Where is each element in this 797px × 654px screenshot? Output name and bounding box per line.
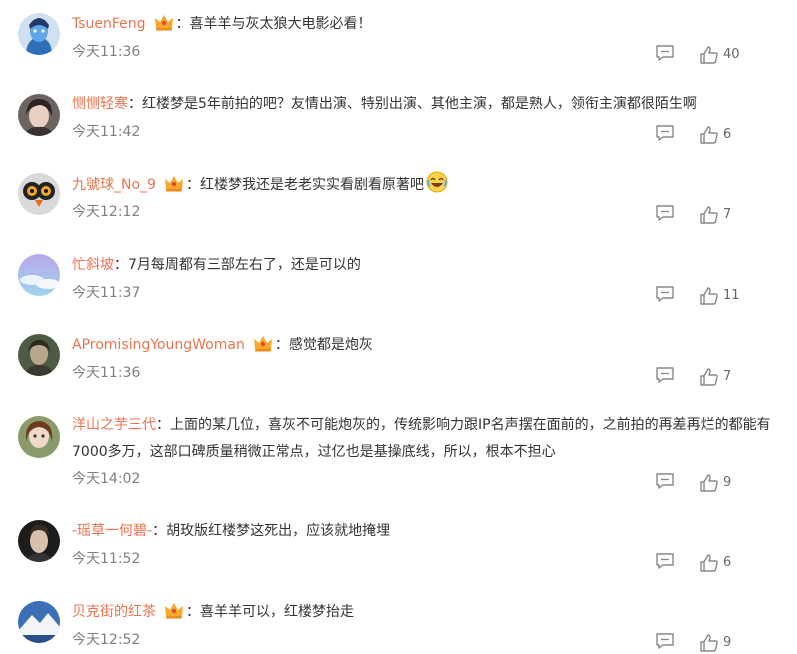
like-button[interactable]: 9 <box>699 632 759 654</box>
comment-actions: 9 <box>497 632 797 654</box>
comment-body: 贝克街的红茶 ：喜羊羊可以，红楼梦抬走 <box>72 599 772 626</box>
username-link[interactable]: 贝克街的红茶 <box>72 604 156 620</box>
avatar[interactable] <box>18 601 60 643</box>
crown-icon <box>164 601 184 619</box>
comment-list: TsuenFeng ：喜羊羊与灰太狼大电影必看！ 今天11:36 40 恻恻轻寒：… <box>0 0 797 652</box>
comment-text: ：喜羊羊可以，红楼梦抬走 <box>186 604 354 620</box>
like-count: 9 <box>723 635 732 650</box>
comment-icon <box>655 633 675 654</box>
comment-item: 贝克街的红茶 ：喜羊羊可以，红楼梦抬走 今天12:52 9 <box>0 0 797 652</box>
comment-time: 今天12:52 <box>72 632 141 648</box>
reply-button[interactable] <box>655 632 677 654</box>
